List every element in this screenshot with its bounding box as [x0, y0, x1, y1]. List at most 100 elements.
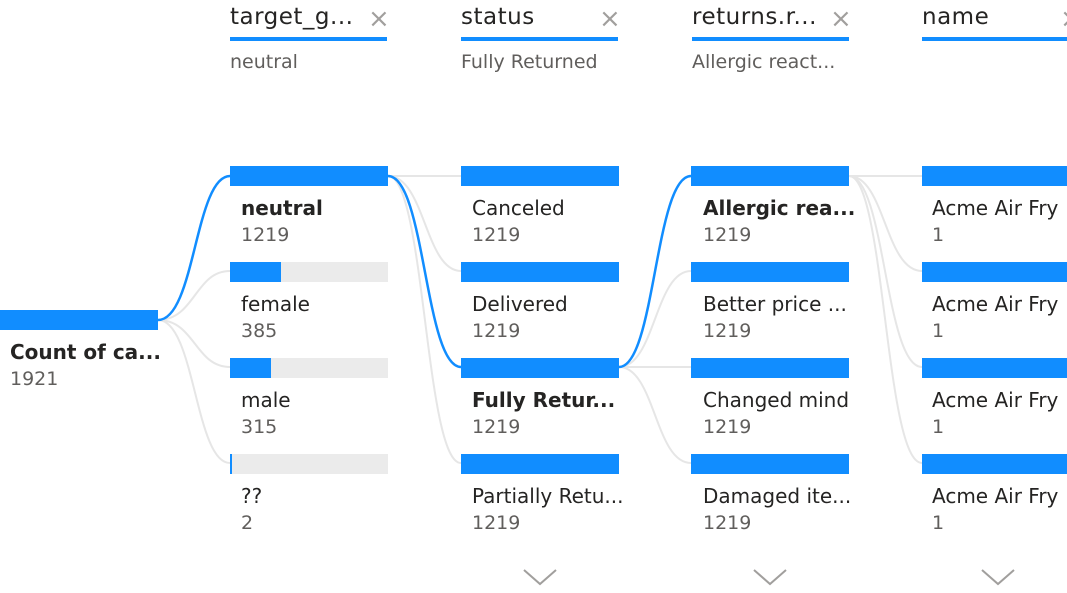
node-label: Acme Air Fry	[932, 484, 1059, 508]
node-bar-fill	[922, 454, 1067, 474]
tree-node[interactable]: Acme Air Fry 1	[922, 166, 1067, 246]
node-label: Fully Retur...	[472, 388, 616, 412]
node-bar-track	[691, 358, 849, 378]
level-header-title: name	[922, 4, 990, 30]
node-bar-track	[922, 454, 1067, 474]
node-bar-fill	[691, 454, 849, 474]
node-bar-fill	[691, 358, 849, 378]
node-label: Delivered	[472, 292, 568, 316]
level-header-underline	[922, 37, 1067, 41]
node-label: Canceled	[472, 196, 565, 220]
node-bar-track	[230, 454, 388, 474]
node-label: ??	[241, 484, 263, 508]
node-value: 1	[932, 512, 945, 534]
node-bar-track	[922, 358, 1067, 378]
tree-node[interactable]: Partially Retu... 1219	[461, 454, 624, 534]
node-bar-track	[461, 454, 619, 474]
tree-node[interactable]: Damaged ite... 1219	[691, 454, 851, 534]
node-value: 1219	[472, 416, 521, 438]
link-fully-damaged	[618, 366, 692, 464]
close-icon[interactable]: ×	[599, 6, 621, 32]
node-value: 1219	[703, 320, 752, 342]
link-active-neutral-fully	[387, 174, 462, 369]
node-label: Acme Air Fry	[932, 292, 1059, 316]
node-bar-fill	[922, 166, 1067, 186]
tree-node[interactable]: female 385	[230, 262, 388, 342]
node-bar-track	[691, 166, 849, 186]
node-label: male	[241, 388, 291, 412]
node-value: 2	[241, 512, 254, 534]
node-bar-track	[461, 358, 619, 378]
tree-node[interactable]: Better price ... 1219	[691, 262, 849, 342]
node-value: 1	[932, 416, 945, 438]
level-header-selection: neutral	[230, 51, 298, 73]
tree-node[interactable]: Fully Retur... 1219	[461, 358, 619, 438]
node-bar-fill	[461, 454, 619, 474]
link-root-male	[157, 319, 231, 368]
node-value: 1219	[703, 416, 752, 438]
node-value: 1219	[472, 512, 521, 534]
node-label: Acme Air Fry	[932, 388, 1059, 412]
link-active-root-neutral	[157, 174, 231, 322]
node-value: 1219	[241, 224, 290, 246]
node-label: Acme Air Fry	[932, 196, 1059, 220]
level-header-selection: Fully Returned	[461, 51, 598, 73]
node-value: 1219	[472, 320, 521, 342]
node-value: 1	[932, 224, 945, 246]
chevron-down-icon[interactable]	[752, 568, 788, 586]
chevron-down-icon[interactable]	[980, 568, 1016, 586]
close-icon[interactable]: ×	[368, 6, 390, 32]
node-value: 1	[932, 320, 945, 342]
node-bar-track	[461, 166, 619, 186]
tree-node[interactable]: Changed mind 1219	[691, 358, 849, 438]
node-label: Allergic rea...	[703, 196, 856, 220]
node-bar-fill	[230, 166, 388, 186]
node-value: 385	[241, 320, 278, 342]
tree-node[interactable]: Canceled 1219	[461, 166, 619, 246]
node-bar-fill	[230, 262, 281, 282]
tree-node[interactable]: Delivered 1219	[461, 262, 619, 342]
close-icon[interactable]: ×	[1060, 6, 1067, 32]
node-bar-fill	[691, 166, 849, 186]
node-bar-fill	[922, 262, 1067, 282]
node-bar-track	[691, 262, 849, 282]
node-bar-fill	[230, 358, 272, 378]
chevron-down-icon[interactable]	[522, 568, 558, 586]
node-label: neutral	[241, 196, 323, 220]
link-allergic-name-2	[848, 175, 923, 272]
node-bar-track	[922, 262, 1067, 282]
link-neutral-partial	[387, 175, 462, 464]
node-label: Changed mind	[703, 388, 850, 412]
node-bar-track	[230, 358, 388, 378]
node-bar-track	[922, 166, 1067, 186]
root-node[interactable]: Count of ca... 1921	[0, 310, 165, 390]
tree-node[interactable]: Allergic rea... 1219	[691, 166, 855, 246]
node-value: 315	[241, 416, 278, 438]
node-value: 1219	[472, 224, 521, 246]
node-bar-track	[691, 454, 849, 474]
level-header-title: returns.r...	[692, 4, 817, 30]
tree-node[interactable]: ?? 2	[230, 454, 388, 534]
node-label: Better price ...	[703, 292, 847, 316]
tree-node[interactable]: Acme Air Fry 1	[922, 454, 1067, 534]
tree-node[interactable]: male 315	[230, 358, 388, 438]
node-label: Partially Retu...	[472, 484, 624, 508]
link-root-female	[157, 270, 231, 321]
level-header-title: status	[461, 4, 535, 30]
root-bar	[0, 310, 158, 330]
link-neutral-delivered	[387, 175, 462, 272]
node-bar-fill	[691, 262, 849, 282]
node-bar-fill	[461, 262, 619, 282]
node-bar-fill	[461, 358, 619, 378]
tree-node[interactable]: Acme Air Fry 1	[922, 262, 1067, 342]
node-bar-track	[230, 262, 388, 282]
close-icon[interactable]: ×	[830, 6, 852, 32]
node-label: Damaged ite...	[703, 484, 852, 508]
level-header-title: target_g...	[230, 4, 354, 30]
tree-node[interactable]: neutral 1219	[230, 166, 388, 246]
level-header-underline	[692, 37, 849, 41]
tree-node[interactable]: Acme Air Fry 1	[922, 358, 1067, 438]
level-header-underline	[461, 37, 618, 41]
root-value: 1921	[10, 368, 59, 390]
link-fully-better	[618, 270, 692, 368]
